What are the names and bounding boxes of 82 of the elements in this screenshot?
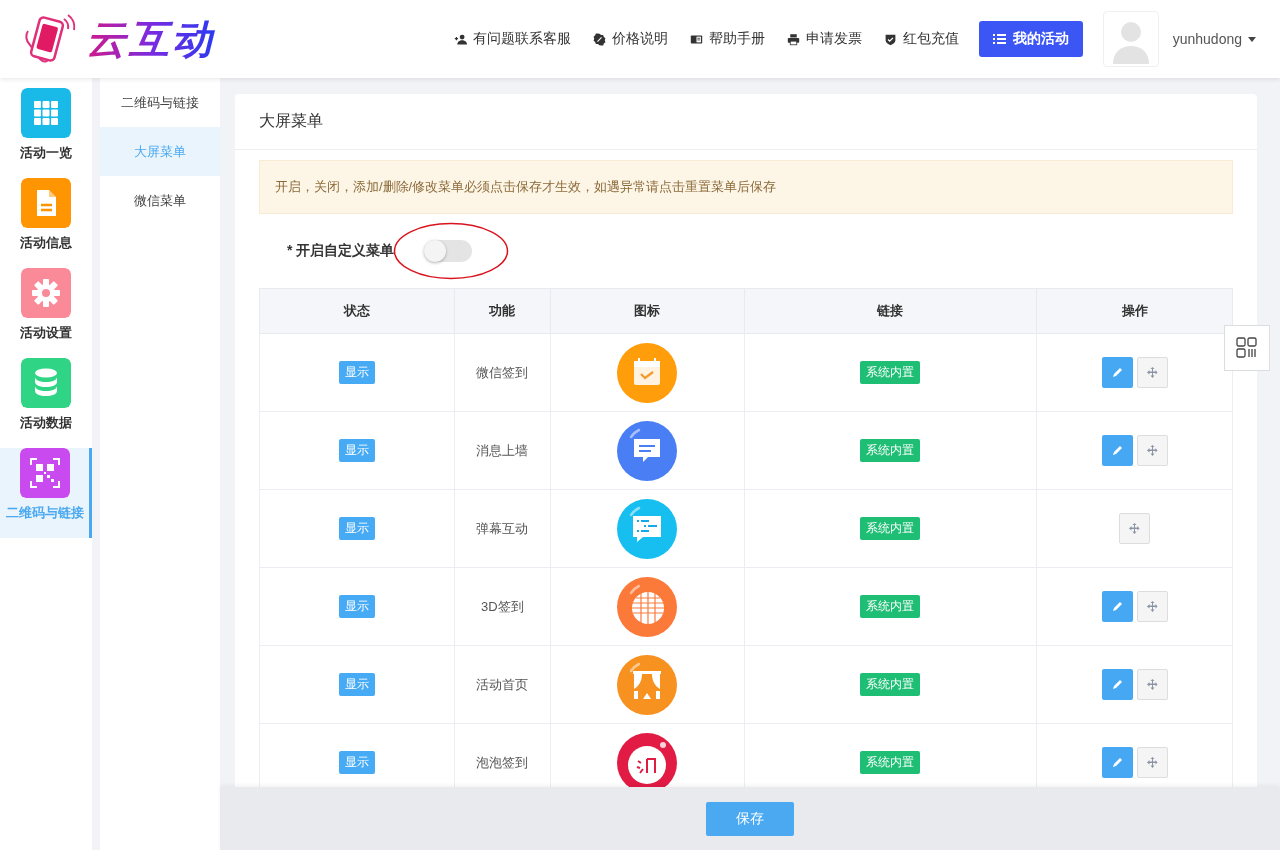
link-tag: 系统内置 <box>860 517 921 540</box>
calendar-check-icon <box>617 342 678 403</box>
column-header: 图标 <box>550 288 745 334</box>
function-name: 消息上墙 <box>476 442 529 458</box>
badge-icon <box>592 32 606 46</box>
sidebar-label: 活动一览 <box>20 144 72 162</box>
nav-link[interactable]: 帮助手册 <box>689 30 765 48</box>
status-tag: 显示 <box>338 517 375 540</box>
link-tag: 系统内置 <box>860 595 921 618</box>
pencil-icon <box>1111 678 1124 691</box>
add-user-icon <box>453 32 467 46</box>
edit-button[interactable] <box>1101 669 1133 700</box>
move-icon <box>1146 601 1158 612</box>
book-icon <box>689 32 703 46</box>
chat-bubble-icon <box>617 420 678 481</box>
function-name: 3D签到 <box>480 598 524 614</box>
pencil-icon <box>1111 444 1124 457</box>
move-icon <box>1129 523 1141 534</box>
list-bubble-icon <box>617 498 678 559</box>
nav-link[interactable]: 有问题联系客服 <box>453 30 571 48</box>
subnav-item[interactable]: 微信菜单 <box>100 176 220 225</box>
caret-icon[interactable] <box>1248 36 1256 42</box>
function-name: 泡泡签到 <box>476 754 529 770</box>
toggle-switch[interactable] <box>424 240 473 262</box>
move-icon <box>1146 445 1158 456</box>
sidebar-label: 活动信息 <box>20 234 72 252</box>
move-button[interactable] <box>1136 669 1168 700</box>
status-tag: 显示 <box>338 595 375 618</box>
list-icon <box>992 33 1006 45</box>
panel-title: 大屏菜单 <box>259 111 323 131</box>
shield-check-icon <box>883 32 897 46</box>
globe-icon <box>617 576 678 637</box>
nav-link[interactable]: 红包充值 <box>883 30 959 48</box>
move-button[interactable] <box>1136 591 1168 622</box>
notice-text: 开启，关闭，添加/删除/修改菜单必须点击保存才生效，如遇异常请点击重置菜单后保存 <box>259 160 1233 214</box>
sidebar-item[interactable]: 活动设置 <box>0 268 92 358</box>
move-icon <box>1146 367 1158 378</box>
move-icon <box>1146 757 1158 768</box>
move-button[interactable] <box>1136 747 1168 778</box>
link-tag: 系统内置 <box>860 673 921 696</box>
pencil-icon <box>1111 366 1124 379</box>
sidebar-item[interactable]: 活动数据 <box>0 358 92 448</box>
sidebar-item[interactable]: 活动信息 <box>0 178 92 268</box>
status-tag: 显示 <box>338 439 375 462</box>
grid-list-icon <box>1236 337 1258 359</box>
status-tag: 显示 <box>338 751 375 774</box>
move-button[interactable] <box>1136 435 1168 466</box>
link-tag: 系统内置 <box>860 439 921 462</box>
avatar[interactable] <box>1102 11 1159 67</box>
sidebar-label: 活动数据 <box>20 414 72 432</box>
my-activities-button[interactable]: 我的活动 <box>978 21 1083 57</box>
move-button[interactable] <box>1136 357 1168 388</box>
nav-link[interactable]: 申请发票 <box>786 30 862 48</box>
function-name: 弹幕互动 <box>476 520 529 536</box>
pencil-icon <box>1111 600 1124 613</box>
link-tag: 系统内置 <box>860 361 921 384</box>
username[interactable]: yunhudong <box>1172 31 1242 47</box>
column-header: 功能 <box>454 288 551 334</box>
link-tag: 系统内置 <box>860 751 921 774</box>
column-header: 链接 <box>744 288 1037 334</box>
sidebar-label: 活动设置 <box>20 324 72 342</box>
function-name: 微信签到 <box>476 364 529 380</box>
move-icon <box>1146 679 1158 690</box>
status-tag: 显示 <box>338 673 375 696</box>
subnav-item[interactable]: 二维码与链接 <box>100 78 220 127</box>
sidebar-label: 二维码与链接 <box>5 504 84 522</box>
function-name: 活动首页 <box>476 676 529 692</box>
column-header: 状态 <box>259 288 455 334</box>
edit-button[interactable] <box>1101 747 1133 778</box>
move-button[interactable] <box>1119 513 1151 544</box>
edit-button[interactable] <box>1101 357 1133 388</box>
column-header: 操作 <box>1036 288 1233 334</box>
curtain-icon <box>617 654 678 715</box>
pencil-icon <box>1111 756 1124 769</box>
edit-button[interactable] <box>1101 591 1133 622</box>
printer-icon <box>786 32 800 46</box>
nav-link[interactable]: 价格说明 <box>592 30 668 48</box>
toggle-label: * 开启自定义菜单 <box>287 242 395 260</box>
status-tag: 显示 <box>338 361 375 384</box>
edit-button[interactable] <box>1101 435 1133 466</box>
sidebar-item[interactable]: 活动一览 <box>0 88 92 178</box>
layout-toggle-button[interactable] <box>1224 325 1270 371</box>
